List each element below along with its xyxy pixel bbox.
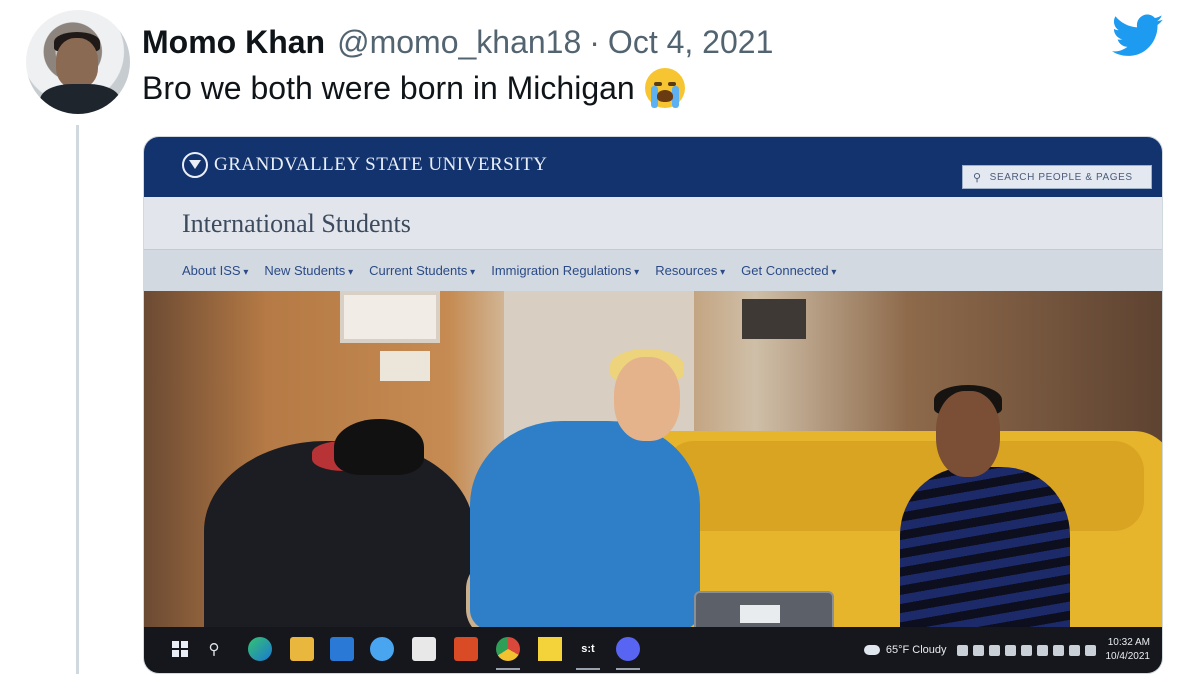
twitter-bird-icon[interactable] bbox=[1112, 14, 1164, 58]
tweet-header: Momo Khan @momo_khan18 · Oct 4, 2021 bbox=[142, 22, 773, 62]
hero-student-blue-pullover bbox=[470, 421, 700, 629]
laptop-sticker bbox=[740, 605, 780, 623]
avatar-face bbox=[56, 38, 98, 88]
tray-volume-icon[interactable] bbox=[1084, 644, 1096, 656]
hero-student-striped-sweater bbox=[900, 467, 1070, 629]
tweet-text: Bro we both were born in Michigan bbox=[142, 68, 685, 108]
tray-battery-icon[interactable] bbox=[1052, 644, 1064, 656]
page-title-bar: International Students bbox=[144, 197, 1162, 249]
tray-app-icon[interactable] bbox=[988, 644, 1000, 656]
author-handle[interactable]: @momo_khan18 bbox=[337, 24, 581, 61]
windows-taskbar: ⚲ s:t 65°F Cloudy 10:32 AM 10/4/2021 bbox=[144, 627, 1162, 673]
clock-time: 10:32 AM bbox=[1107, 637, 1150, 648]
nav-get-connected[interactable]: Get Connected bbox=[741, 263, 836, 278]
office-icon[interactable] bbox=[454, 637, 478, 661]
taskbar-clock[interactable]: 10:32 AM 10/4/2021 bbox=[1106, 636, 1151, 664]
nav-current-students[interactable]: Current Students bbox=[369, 263, 475, 278]
tweet-photo[interactable]: GRANDVALLEY STATE UNIVERSITY ⚲ SEARCH PE… bbox=[143, 136, 1163, 674]
emoji-tear-right bbox=[671, 86, 679, 108]
sticky-notes-icon[interactable] bbox=[538, 637, 562, 661]
tweet-body: Bro we both were born in Michigan bbox=[142, 69, 635, 106]
nav-new-students[interactable]: New Students bbox=[264, 263, 353, 278]
gvsu-logo[interactable]: GRANDVALLEY STATE UNIVERSITY bbox=[182, 152, 547, 178]
mail-icon[interactable] bbox=[330, 637, 354, 661]
clock-date: 10/4/2021 bbox=[1105, 651, 1151, 662]
site-search-box[interactable]: ⚲ SEARCH PEOPLE & PAGES bbox=[962, 165, 1152, 189]
file-explorer-icon[interactable] bbox=[290, 637, 314, 661]
weather-widget[interactable]: 65°F Cloudy bbox=[863, 644, 947, 656]
tray-cloud-icon[interactable] bbox=[1036, 644, 1048, 656]
author-name[interactable]: Momo Khan bbox=[142, 24, 325, 61]
tray-icons bbox=[956, 644, 1096, 656]
hero-photo bbox=[144, 291, 1162, 629]
tweet-date[interactable]: Oct 4, 2021 bbox=[608, 24, 773, 61]
thread-line bbox=[76, 125, 79, 674]
hero-wall-plate bbox=[380, 351, 430, 381]
edge-browser-icon[interactable] bbox=[248, 637, 272, 661]
search-placeholder: SEARCH PEOPLE & PAGES bbox=[989, 171, 1133, 183]
hero-wall-picture bbox=[742, 299, 806, 339]
tray-wifi-icon[interactable] bbox=[1068, 644, 1080, 656]
tray-network-icon[interactable] bbox=[956, 644, 968, 656]
nav-immigration-regulations[interactable]: Immigration Regulations bbox=[491, 263, 639, 278]
browser-compass-icon[interactable] bbox=[370, 637, 394, 661]
hero-student-face bbox=[614, 357, 680, 441]
st-app-icon[interactable]: s:t bbox=[576, 637, 600, 661]
tray-teams-icon[interactable] bbox=[972, 644, 984, 656]
windows-logo bbox=[172, 641, 188, 657]
search-icon: ⚲ bbox=[973, 171, 982, 184]
tray-mail-icon[interactable] bbox=[1020, 644, 1032, 656]
weather-text: 65°F Cloudy bbox=[885, 644, 947, 656]
cloud-icon bbox=[863, 645, 880, 655]
site-nav: About ISS New Students Current Students … bbox=[144, 249, 1162, 291]
avatar-jacket bbox=[40, 84, 120, 114]
windows-start-icon[interactable] bbox=[168, 637, 192, 661]
page-title: International Students bbox=[182, 209, 411, 238]
site-header: GRANDVALLEY STATE UNIVERSITY ⚲ SEARCH PE… bbox=[144, 137, 1162, 197]
st-app-active-indicator bbox=[576, 668, 600, 670]
tray-shield-icon[interactable] bbox=[1004, 644, 1016, 656]
hero-student-cap bbox=[334, 419, 424, 475]
nav-resources[interactable]: Resources bbox=[655, 263, 725, 278]
header-separator: · bbox=[589, 23, 600, 60]
loudly-crying-face-icon bbox=[644, 68, 685, 108]
discord-active-indicator bbox=[616, 668, 640, 670]
gvsu-wordmark: GRANDVALLEY STATE UNIVERSITY bbox=[214, 154, 548, 175]
store-bag-icon[interactable] bbox=[412, 637, 436, 661]
nav-about-iss[interactable]: About ISS bbox=[182, 263, 248, 278]
chrome-active-indicator bbox=[496, 668, 520, 670]
discord-icon[interactable] bbox=[616, 637, 640, 661]
author-avatar[interactable] bbox=[26, 10, 130, 114]
emoji-mouth bbox=[656, 90, 673, 102]
system-tray: 65°F Cloudy 10:32 AM 10/4/2021 bbox=[863, 633, 1151, 667]
hero-student-bearded-face bbox=[936, 391, 1000, 477]
hero-wall-frame bbox=[340, 291, 440, 343]
chrome-icon[interactable] bbox=[496, 637, 520, 661]
taskbar-search-icon[interactable]: ⚲ bbox=[202, 637, 226, 661]
gvsu-emblem-icon bbox=[182, 152, 208, 178]
